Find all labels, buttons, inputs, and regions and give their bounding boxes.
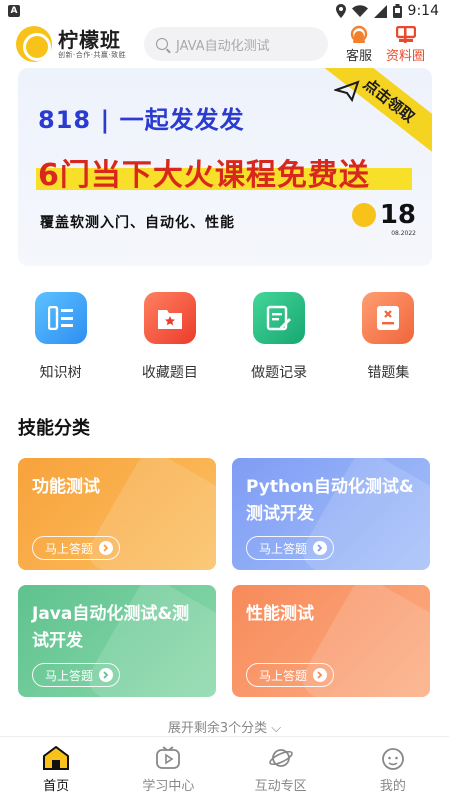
headset-icon: [348, 25, 370, 45]
star-folder-icon: [143, 292, 196, 344]
badge-number: 18: [379, 200, 416, 230]
answer-now-label: 马上答题: [45, 668, 94, 683]
materials-label: 资料圈: [386, 48, 426, 64]
skills-section-title: 技能分类: [18, 414, 90, 442]
edit-note-icon: [253, 292, 306, 344]
answer-now-button[interactable]: 马上答题: [32, 536, 121, 560]
quick-entries: 知识树 收藏题目 做题记录 错题集: [0, 292, 449, 387]
planet-icon: [268, 745, 294, 771]
service-button[interactable]: 客服: [346, 25, 372, 64]
logo-subtitle: 创新·合作·共赢·致胜: [58, 50, 127, 59]
search-icon: [156, 38, 168, 50]
answer-now-label: 马上答题: [45, 541, 94, 556]
status-bar: A 9:14: [0, 0, 449, 22]
materials-icon: [395, 25, 417, 45]
favorites-entry[interactable]: 收藏题目: [120, 292, 220, 387]
banner-subtitle: 覆盖软测入门、自动化、性能: [40, 215, 235, 231]
status-time: 9:14: [407, 3, 439, 19]
chevron-right-icon: [313, 668, 328, 682]
bottom-tab-bar: 首页 学习中心 互动专区 我的: [0, 736, 449, 800]
tab-label: 互动专区: [254, 779, 307, 794]
tab-profile[interactable]: 我的: [337, 737, 449, 800]
app-header: 柠檬班 创新·合作·共赢·致胜 JAVA自动化测试 客服 资料圈: [0, 22, 449, 66]
search-input[interactable]: JAVA自动化测试: [144, 27, 328, 61]
event-badge: 18 08.2022: [351, 200, 416, 237]
chevron-down-icon: ⌵: [271, 721, 282, 736]
home-icon: [43, 745, 70, 771]
location-icon: [335, 4, 346, 18]
wrong-questions-label: 错题集: [367, 365, 410, 381]
skill-card-title: Python自动化测试&测试开发: [246, 477, 414, 524]
favorites-label: 收藏题目: [141, 365, 198, 381]
answer-now-label: 马上答题: [259, 668, 308, 683]
knowledge-tree-entry[interactable]: 知识树: [11, 292, 111, 387]
answer-now-button[interactable]: 马上答题: [246, 536, 335, 560]
practice-record-label: 做题记录: [251, 365, 308, 381]
chevron-right-icon: [99, 668, 114, 682]
answer-now-button[interactable]: 马上答题: [246, 663, 335, 687]
tab-label: 我的: [379, 779, 406, 794]
tree-icon: [34, 292, 87, 344]
wrong-note-icon: [362, 292, 415, 344]
tab-learning-center[interactable]: 学习中心: [112, 737, 224, 800]
banner-headline: 818 | 一起发发发: [38, 106, 245, 134]
lemon-logo-icon: [16, 26, 52, 62]
wifi-icon: [351, 5, 368, 17]
tab-interaction[interactable]: 互动专区: [225, 737, 337, 800]
expand-categories-button[interactable]: 展开剩余3个分类 ⌵: [0, 717, 449, 736]
skill-card-java[interactable]: Java自动化测试&测试开发 马上答题: [18, 585, 216, 697]
skill-card-title: Java自动化测试&测试开发: [32, 604, 190, 651]
wrong-questions-entry[interactable]: 错题集: [338, 292, 438, 387]
logo-title: 柠檬班: [58, 27, 121, 52]
claim-ribbon-label: 点击领取: [360, 74, 419, 126]
promo-banner[interactable]: 818 | 一起发发发 6门当下大火课程免费送 覆盖软测入门、自动化、性能 点击…: [18, 68, 432, 266]
signal-icon: [373, 4, 387, 18]
banner-main-text: 6门当下大火课程免费送: [38, 158, 370, 193]
answer-now-button[interactable]: 马上答题: [32, 663, 121, 687]
search-placeholder: JAVA自动化测试: [176, 38, 270, 54]
tab-home[interactable]: 首页: [0, 737, 112, 800]
skill-card-performance[interactable]: 性能测试 马上答题: [232, 585, 430, 697]
skill-card-functional[interactable]: 功能测试 马上答题: [18, 458, 216, 570]
profile-face-icon: [380, 745, 406, 771]
cursor-arrow-icon: [334, 80, 360, 102]
expand-label: 展开剩余3个分类: [167, 721, 268, 736]
mascot-icon: [351, 203, 376, 227]
skill-card-python[interactable]: Python自动化测试&测试开发 马上答题: [232, 458, 430, 570]
badge-date: 08.2022: [391, 230, 416, 237]
materials-button[interactable]: 资料圈: [386, 25, 425, 64]
chevron-right-icon: [99, 541, 114, 555]
skill-card-title: 功能测试: [32, 477, 100, 497]
knowledge-tree-label: 知识树: [39, 365, 82, 381]
app-logo[interactable]: 柠檬班 创新·合作·共赢·致胜: [16, 26, 134, 62]
service-label: 客服: [346, 48, 373, 64]
chevron-right-icon: [313, 541, 328, 555]
play-tv-icon: [155, 745, 181, 771]
notification-icon: A: [8, 5, 20, 17]
practice-record-entry[interactable]: 做题记录: [229, 292, 329, 387]
tab-label: 学习中心: [142, 779, 195, 794]
battery-icon: [392, 4, 402, 18]
tab-label: 首页: [43, 779, 70, 794]
answer-now-label: 马上答题: [259, 541, 308, 556]
skill-card-title: 性能测试: [246, 604, 314, 624]
claim-ribbon[interactable]: 点击领取: [304, 68, 432, 158]
